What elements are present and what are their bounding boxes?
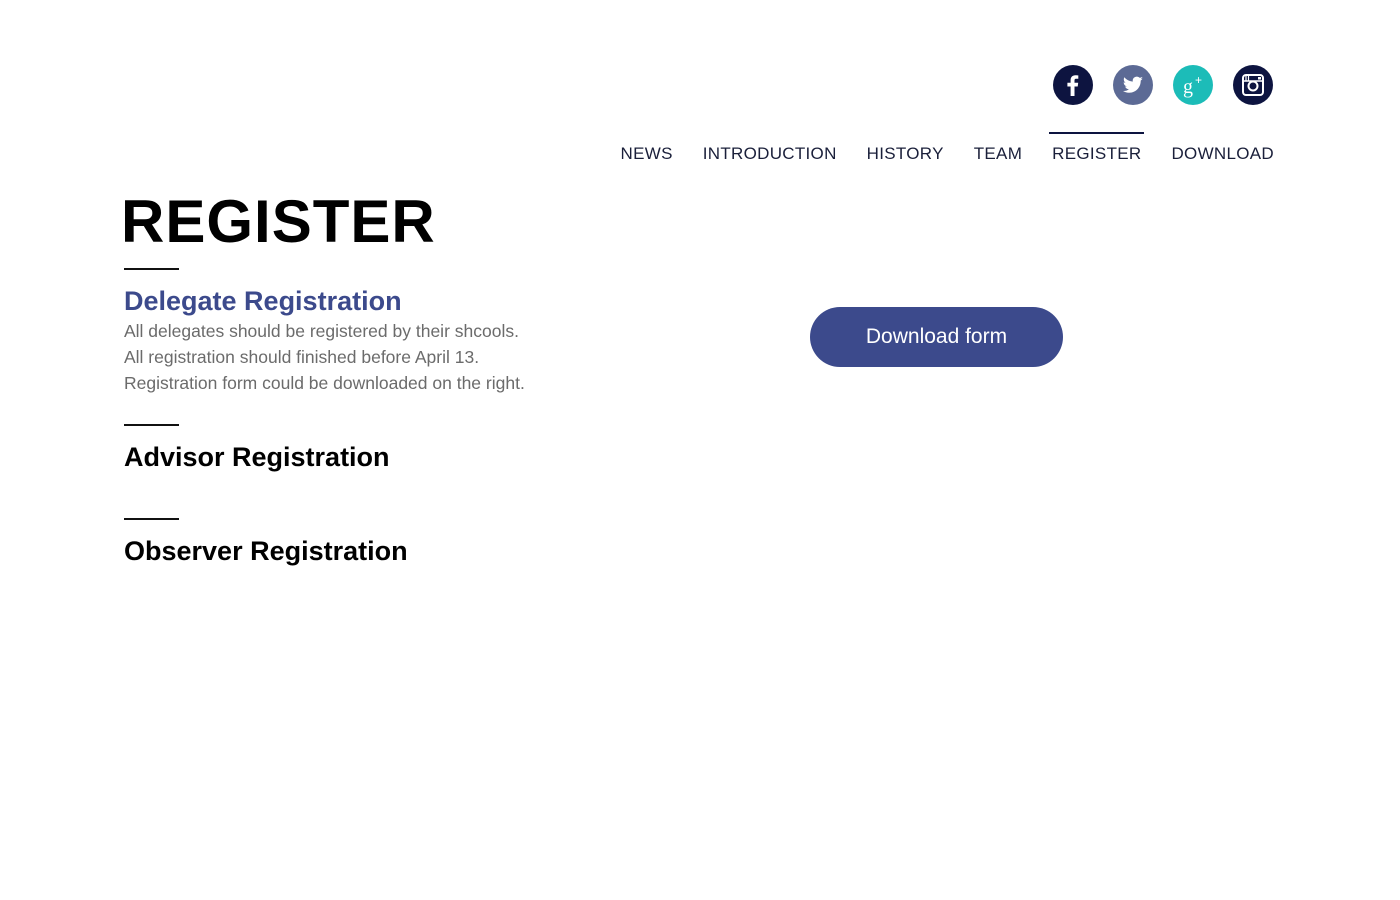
section-divider xyxy=(124,424,179,426)
nav-item-introduction[interactable]: INTRODUCTION xyxy=(703,132,837,164)
social-links: g + xyxy=(1053,65,1273,105)
description-line: All registration should finished before … xyxy=(124,347,480,367)
section-divider xyxy=(124,518,179,520)
facebook-icon xyxy=(1067,75,1079,96)
twitter-button[interactable] xyxy=(1113,65,1153,105)
delegate-registration-heading: Delegate Registration xyxy=(124,286,402,316)
nav-item-register[interactable]: REGISTER xyxy=(1049,132,1145,164)
description-line: All delegates should be registered by th… xyxy=(124,321,519,341)
delegate-registration-text: All delegates should be registered by th… xyxy=(124,318,525,396)
nav-item-download[interactable]: DOWNLOAD xyxy=(1171,132,1274,164)
observer-registration-heading: Observer Registration xyxy=(124,536,408,566)
instagram-button[interactable] xyxy=(1233,65,1273,105)
google-plus-button[interactable]: g + xyxy=(1173,65,1213,105)
main-nav: NEWS INTRODUCTION HISTORY TEAM REGISTER … xyxy=(621,132,1274,164)
advisor-registration-heading: Advisor Registration xyxy=(124,442,390,472)
twitter-icon xyxy=(1122,76,1143,93)
google-plus-icon: g + xyxy=(1183,73,1202,98)
nav-item-history[interactable]: HISTORY xyxy=(867,132,944,164)
facebook-button[interactable] xyxy=(1053,65,1093,105)
svg-text:+: + xyxy=(1195,73,1202,87)
nav-item-team[interactable]: TEAM xyxy=(974,132,1022,164)
download-form-button[interactable]: Download form xyxy=(810,307,1063,367)
page-title: REGISTER xyxy=(121,188,436,255)
svg-text:g: g xyxy=(1183,76,1193,98)
instagram-icon xyxy=(1242,74,1264,96)
nav-item-news[interactable]: NEWS xyxy=(621,132,673,164)
section-divider xyxy=(124,268,179,270)
description-line: Registration form could be downloaded on… xyxy=(124,373,525,393)
page: g + NEWS INTRODUCTION HISTORY TEAM REGIS… xyxy=(0,0,1400,900)
